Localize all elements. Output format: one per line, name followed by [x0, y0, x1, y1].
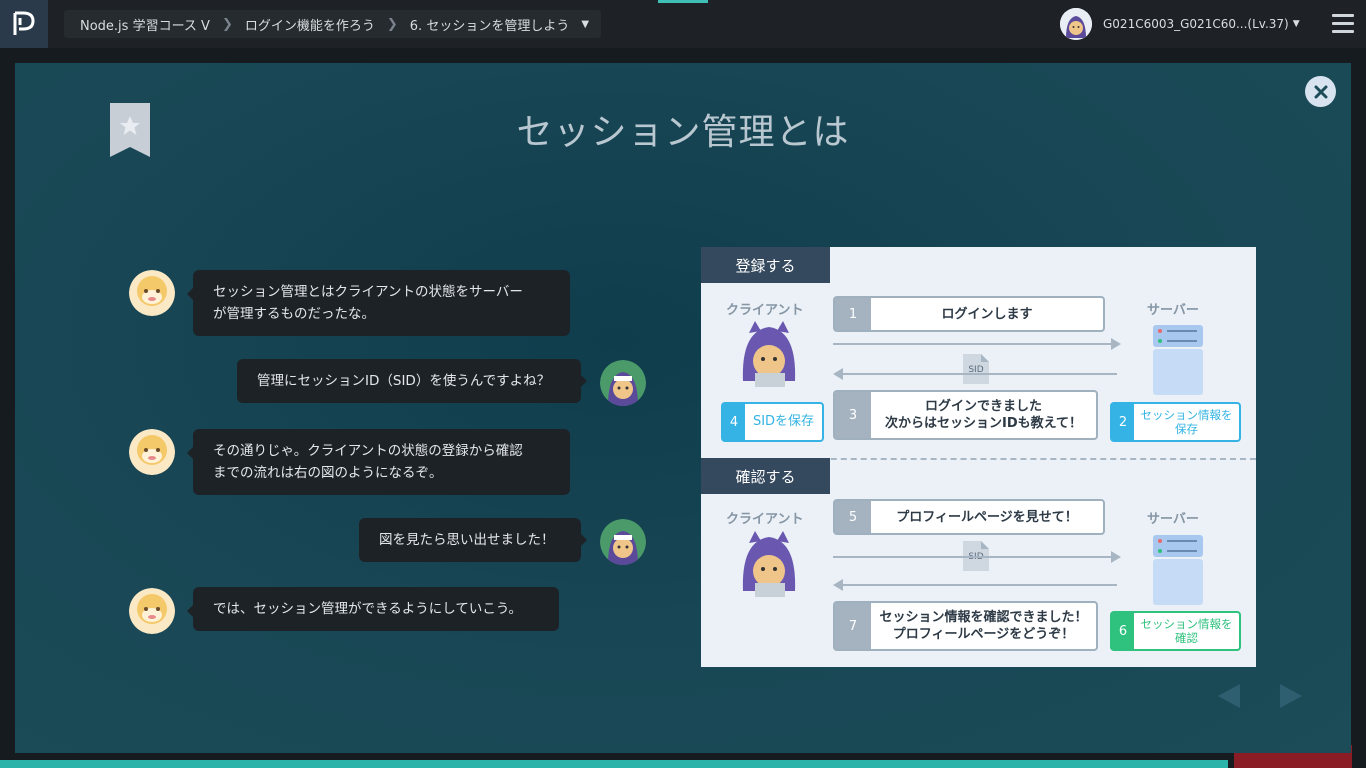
step-4: 4 SIDを保存	[721, 402, 824, 442]
step-text-line: プロフィールページをどうぞ！	[892, 627, 1075, 642]
top-accent-line	[658, 0, 708, 3]
step-text: セッション情報を 確認	[1134, 617, 1239, 645]
server-label: サーバー	[1147, 512, 1199, 527]
step-text-line: 確認	[1175, 631, 1198, 645]
step-3: 3 ログインできました 次からはセッションIDも教えて！	[833, 390, 1098, 440]
message-line: では、セッション管理ができるようにしていこう。	[213, 601, 523, 617]
step-number: 5	[835, 501, 871, 533]
chat-message: 図を見たら思い出せました！	[359, 518, 587, 562]
step-1: 1 ログインします	[833, 296, 1105, 332]
progress-bar	[0, 760, 1228, 768]
chevron-right-icon: ❯	[386, 16, 398, 32]
message-line: までの流れは右の図のようになるぞ。	[213, 465, 443, 481]
register-section-label: 登録する	[701, 247, 830, 283]
message-line: が管理するものだったな。	[213, 306, 375, 322]
hamburger-menu-icon[interactable]	[1332, 14, 1354, 34]
step-text: セッション情報を 保存	[1134, 408, 1239, 436]
step-text: セッション情報を確認できました！ プロフィールページをどうぞ！	[871, 609, 1096, 643]
step-text: ログインします	[941, 306, 1033, 322]
message-line: その通りじゃ。クライアントの状態の登録から確認	[213, 443, 523, 459]
user-menu[interactable]: G021C6003_G021C60...(Lv.37) ▼	[1060, 8, 1300, 40]
step-5: 5 プロフィールページを見せて！	[833, 499, 1105, 535]
step-number: 6	[1112, 613, 1134, 649]
step-text-line: セッション情報を	[1140, 617, 1233, 631]
breadcrumb-course[interactable]: Node.js 学習コース V	[80, 15, 210, 34]
arrow-right-icon	[1111, 338, 1121, 350]
logo-icon[interactable]	[0, 0, 48, 48]
server-label: サーバー	[1147, 303, 1199, 318]
client-label: クライアント	[726, 303, 804, 318]
step-2: 2 セッション情報を 保存	[1110, 402, 1241, 442]
chevron-right-icon: ❯	[221, 16, 233, 32]
arrow-left	[841, 584, 1117, 586]
next-arrow-icon[interactable]	[1280, 684, 1302, 708]
chat-message: 管理にセッションID（SID）を使うんですよね？	[237, 359, 587, 403]
step-text-line: 保存	[1175, 422, 1198, 436]
breadcrumb-chapter[interactable]: ログイン機能を作ろう	[245, 15, 375, 34]
caret-down-icon: ▼	[1292, 19, 1300, 29]
previous-arrow-icon[interactable]	[1218, 684, 1240, 708]
arrow-left-icon	[833, 579, 843, 591]
client-label: クライアント	[726, 512, 804, 527]
chat-message: その通りじゃ。クライアントの状態の登録から確認 までの流れは右の図のようになるぞ…	[187, 429, 570, 495]
arrow-left-icon	[833, 368, 843, 380]
sensei-avatar	[129, 270, 175, 316]
breadcrumb-lesson[interactable]: 6. セッションを管理しよう	[410, 15, 570, 34]
step-text-line: 次からはセッションIDも教えて！	[885, 416, 1082, 431]
step-number: 4	[723, 404, 745, 440]
chat-message: では、セッション管理ができるようにしていこう。	[187, 587, 559, 631]
chat-message: セッション管理とはクライアントの状態をサーバー が管理するものだったな。	[187, 270, 570, 336]
step-text: SIDを保存	[752, 414, 815, 429]
confirm-section-label: 確認する	[701, 458, 830, 494]
message-line: セッション管理とはクライアントの状態をサーバー	[213, 284, 523, 300]
message-line: 図を見たら思い出せました！	[379, 532, 555, 548]
close-icon	[1314, 85, 1327, 98]
server-icon	[1153, 535, 1203, 605]
session-diagram: 登録する クライアント サーバー 1 ログインします SID 3 ログインできま…	[701, 247, 1256, 667]
step-text-line: セッション情報を	[1140, 408, 1233, 422]
step-number: 3	[835, 392, 871, 438]
arrow-left	[841, 373, 1117, 375]
step-number: 7	[835, 603, 871, 649]
step-text-line: セッション情報を確認できました！	[879, 610, 1088, 625]
server-icon	[1153, 325, 1203, 395]
top-bar: Node.js 学習コース V ❯ ログイン機能を作ろう ❯ 6. セッションを…	[0, 0, 1366, 48]
avatar	[1060, 8, 1092, 40]
step-text: ログインできました 次からはセッションIDも教えて！	[871, 398, 1096, 432]
sensei-avatar	[129, 429, 175, 475]
step-7: 7 セッション情報を確認できました！ プロフィールページをどうぞ！	[833, 601, 1098, 651]
close-button[interactable]	[1305, 76, 1336, 107]
step-text: プロフィールページを見せて！	[896, 509, 1078, 525]
user-name: G021C6003_G021C60...(Lv.37)	[1103, 17, 1289, 31]
step-6: 6 セッション情報を 確認	[1110, 611, 1241, 651]
caret-down-icon[interactable]: ▼	[581, 19, 589, 30]
lesson-modal: セッション管理とは セッション管理とはクライアントの状態をサーバー が管理するも…	[15, 63, 1351, 753]
modal-title: セッション管理とは	[516, 112, 850, 153]
arrow-right-icon	[1111, 551, 1121, 563]
student-avatar	[600, 360, 646, 406]
step-number: 2	[1112, 404, 1134, 440]
client-character-icon	[742, 321, 796, 387]
arrow-right	[833, 343, 1115, 345]
message-line: 管理にセッションID（SID）を使うんですよね？	[257, 373, 551, 389]
client-character-icon	[742, 531, 796, 597]
sensei-avatar	[129, 588, 175, 634]
student-avatar	[600, 519, 646, 565]
arrow-right	[833, 556, 1115, 558]
step-number: 1	[835, 298, 871, 330]
step-text-line: ログインできました	[924, 399, 1042, 414]
breadcrumb: Node.js 学習コース V ❯ ログイン機能を作ろう ❯ 6. セッションを…	[64, 10, 602, 38]
